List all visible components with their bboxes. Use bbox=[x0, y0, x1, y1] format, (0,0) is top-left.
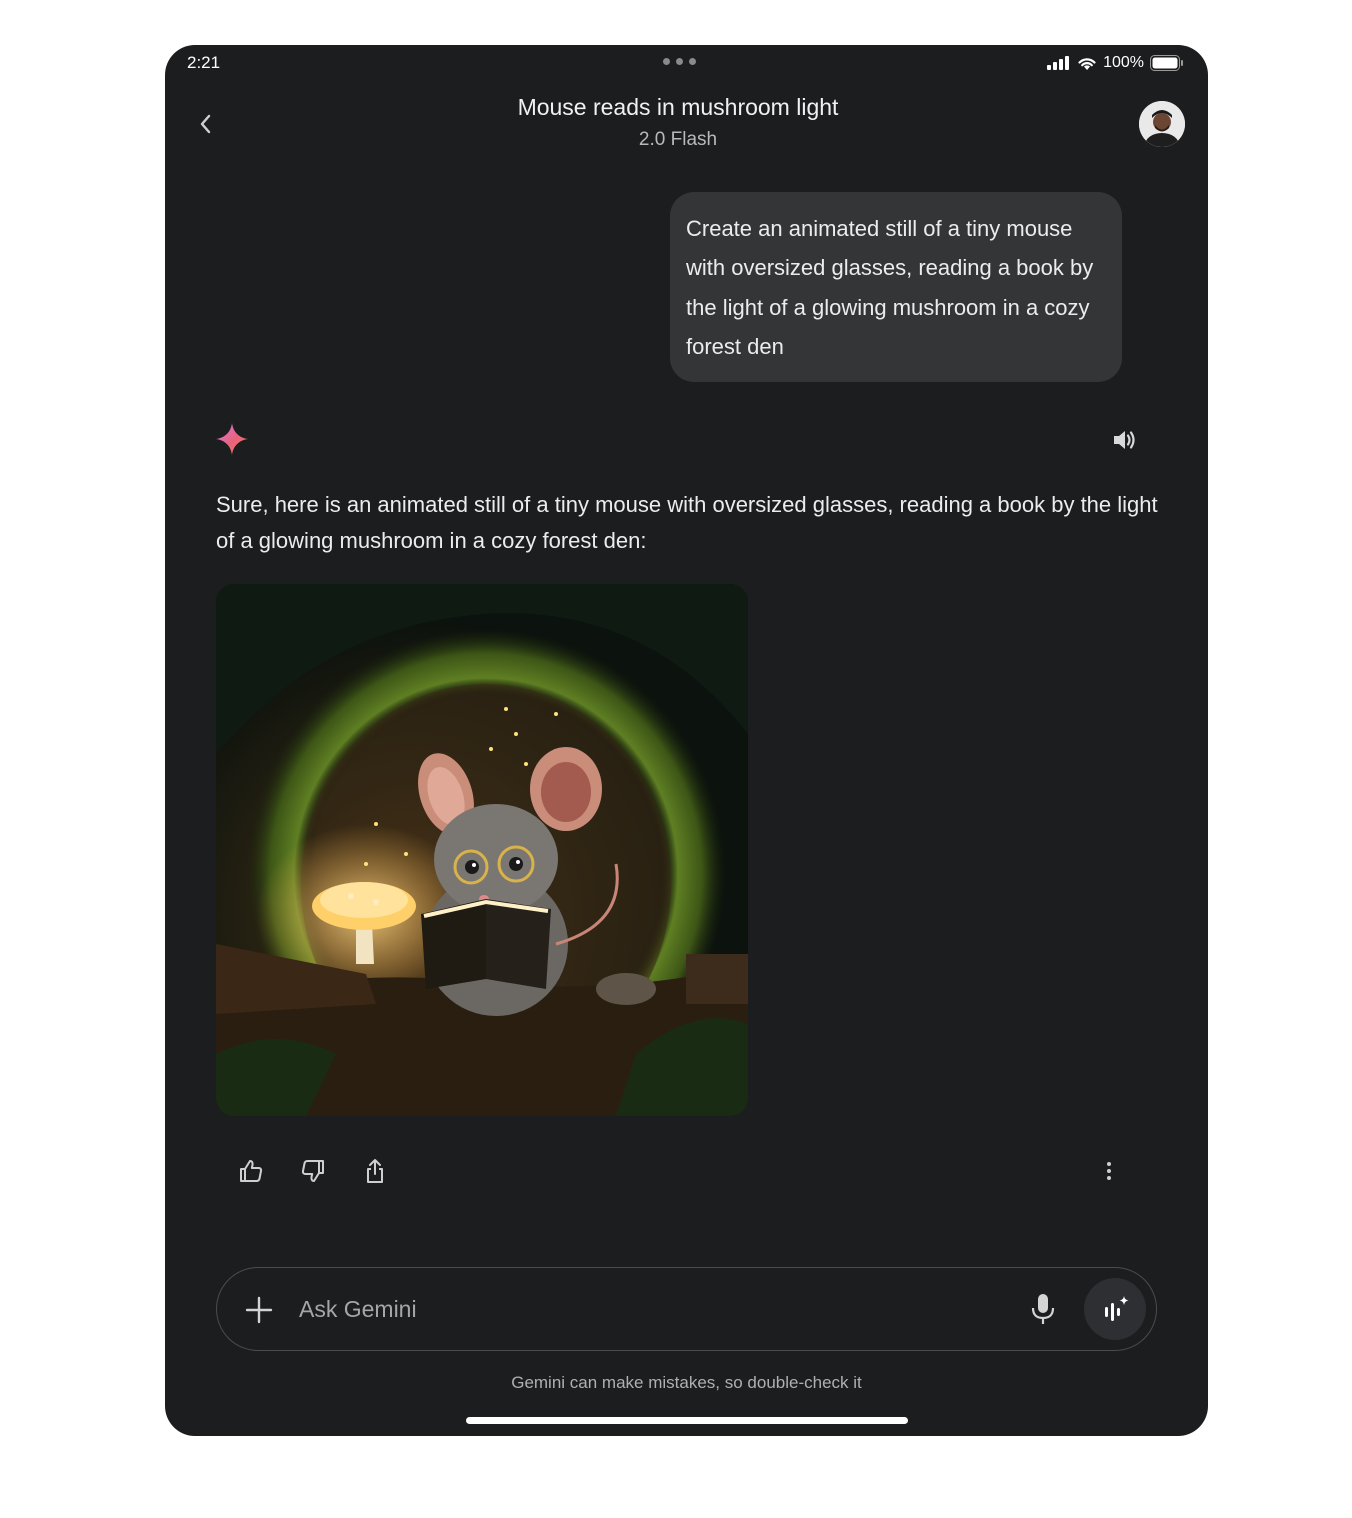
model-selector[interactable]: 2.0 Flash bbox=[365, 125, 991, 155]
disclaimer-text: Gemini can make mistakes, so double-chec… bbox=[511, 1373, 862, 1392]
gemini-live-button[interactable] bbox=[1084, 1278, 1146, 1340]
thumbs-up-icon bbox=[240, 1160, 263, 1182]
signal-icon bbox=[1047, 56, 1070, 70]
user-message-bubble: Create an animated still of a tiny mouse… bbox=[670, 192, 1122, 382]
battery-icon bbox=[1150, 55, 1183, 71]
share-button[interactable] bbox=[359, 1155, 391, 1187]
wifi-icon bbox=[1078, 57, 1096, 70]
status-time: 2:21 bbox=[187, 53, 221, 72]
back-button[interactable] bbox=[189, 107, 223, 141]
microphone-button[interactable] bbox=[1025, 1289, 1061, 1329]
generated-image[interactable] bbox=[216, 584, 748, 1116]
device-frame: 2:21 100% Mouse reads in mushroom light … bbox=[165, 45, 1208, 1436]
status-bar: 2:21 100% bbox=[165, 45, 1208, 81]
home-indicator[interactable] bbox=[466, 1417, 908, 1424]
share-icon bbox=[367, 1159, 383, 1183]
status-indicators: 100% bbox=[1047, 53, 1184, 73]
chat-title: Mouse reads in mushroom light bbox=[517, 94, 839, 120]
battery-percent: 100% bbox=[1103, 54, 1144, 71]
response-text: Sure, here is an animated still of a tin… bbox=[216, 492, 1158, 553]
prompt-composer bbox=[216, 1267, 1157, 1351]
thumbs-up-button[interactable] bbox=[235, 1155, 267, 1187]
back-icon bbox=[200, 114, 211, 134]
mic-icon bbox=[1031, 1294, 1055, 1324]
add-attachment-button[interactable] bbox=[239, 1290, 279, 1330]
chat-header: Mouse reads in mushroom light 2.0 Flash bbox=[365, 91, 991, 155]
thumbs-down-icon bbox=[301, 1160, 324, 1182]
avatar[interactable] bbox=[1139, 101, 1185, 147]
more-options-button[interactable] bbox=[1093, 1155, 1125, 1187]
multitask-dots[interactable] bbox=[663, 58, 697, 66]
thumbs-down-button[interactable] bbox=[297, 1155, 329, 1187]
ask-gemini-input[interactable] bbox=[299, 1288, 939, 1330]
read-aloud-button[interactable] bbox=[1109, 425, 1139, 455]
speaker-icon bbox=[1114, 431, 1135, 449]
more-vert-icon bbox=[1107, 1162, 1111, 1180]
gemini-spark-icon bbox=[216, 423, 248, 455]
live-icon bbox=[1105, 1296, 1129, 1321]
plus-icon bbox=[245, 1296, 273, 1324]
